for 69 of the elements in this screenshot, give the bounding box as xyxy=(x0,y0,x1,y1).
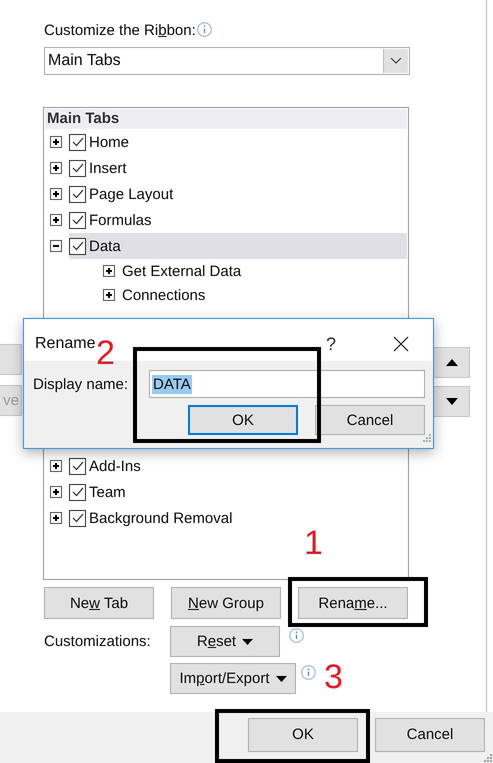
collapse-icon[interactable] xyxy=(50,240,62,252)
info-icon xyxy=(289,628,304,643)
checkbox[interactable] xyxy=(69,458,86,474)
triangle-up-icon xyxy=(446,359,458,366)
check-icon xyxy=(70,135,84,149)
expand-icon[interactable] xyxy=(103,265,115,277)
check-icon xyxy=(70,511,84,525)
triangle-down-icon xyxy=(242,638,254,644)
check-icon xyxy=(70,485,84,499)
info-icon xyxy=(301,665,316,680)
action-button[interactable]: New Tab xyxy=(44,587,154,619)
tree-item[interactable]: Data xyxy=(89,238,121,254)
checkbox[interactable] xyxy=(69,212,86,228)
check-icon xyxy=(70,161,84,175)
chevron-down-icon xyxy=(390,57,402,65)
resize-grip-icon xyxy=(484,754,493,763)
tree-item[interactable]: Add-Ins xyxy=(89,458,141,474)
tree-item[interactable]: Connections xyxy=(122,286,206,304)
dialog-button[interactable]: OK xyxy=(248,718,358,752)
checkbox[interactable] xyxy=(69,510,86,526)
tree-item[interactable]: Insert xyxy=(89,160,127,176)
tree-item[interactable]: Formulas xyxy=(89,212,152,228)
move-down-button[interactable] xyxy=(433,386,470,417)
help-button[interactable]: ? xyxy=(326,334,336,354)
step-number: 2 xyxy=(96,336,115,370)
checkbox[interactable] xyxy=(69,484,86,500)
section-label: Customize the Ribbon: xyxy=(44,22,196,39)
tree-item[interactable]: Home xyxy=(89,134,130,150)
step-number: 3 xyxy=(324,660,343,694)
dialog-button[interactable]: Cancel xyxy=(315,405,425,435)
dialog-button[interactable]: OK xyxy=(188,405,298,435)
checkbox[interactable] xyxy=(69,186,86,202)
check-icon xyxy=(70,213,84,227)
expand-icon[interactable] xyxy=(103,289,115,301)
step-number: 1 xyxy=(304,526,323,560)
input-field[interactable]: DATA xyxy=(149,370,425,398)
action-button[interactable]: New Group xyxy=(171,587,281,619)
close-icon[interactable] xyxy=(393,336,409,352)
expand-icon[interactable] xyxy=(50,188,62,200)
move-up-button[interactable] xyxy=(433,347,470,378)
checkbox[interactable] xyxy=(69,160,86,176)
check-icon xyxy=(70,239,84,253)
resize-grip-icon xyxy=(423,434,432,443)
reset-button[interactable]: Reset xyxy=(170,626,280,657)
triangle-down-icon xyxy=(446,398,458,405)
check-icon xyxy=(70,459,84,473)
tree-header: Main Tabs xyxy=(45,109,407,129)
dialog-title: Rename xyxy=(35,335,96,353)
field-label: Display name: xyxy=(33,376,130,392)
tree-item[interactable]: Get External Data xyxy=(122,262,242,280)
tree-item[interactable]: Page Layout xyxy=(89,186,174,202)
action-button[interactable]: Rename... xyxy=(298,587,408,619)
check-icon xyxy=(70,187,84,201)
expand-icon[interactable] xyxy=(50,486,62,498)
customizations-label: Customizations: xyxy=(44,633,152,650)
expand-icon[interactable] xyxy=(50,214,62,226)
tree-item[interactable]: Team xyxy=(89,484,126,500)
tree-item[interactable]: Background Removal xyxy=(89,510,232,526)
expand-icon[interactable] xyxy=(50,136,62,148)
import-export-button[interactable]: Import/Export xyxy=(170,663,296,694)
expand-icon[interactable] xyxy=(50,162,62,174)
dialog-button[interactable]: Cancel xyxy=(375,718,485,752)
triangle-down-icon xyxy=(276,676,287,682)
checkbox[interactable] xyxy=(69,134,86,150)
expand-icon[interactable] xyxy=(50,512,62,524)
info-icon xyxy=(196,22,212,37)
tabs-dropdown[interactable]: Main Tabs xyxy=(44,47,410,75)
checkbox[interactable] xyxy=(69,238,86,254)
expand-icon[interactable] xyxy=(50,460,62,472)
